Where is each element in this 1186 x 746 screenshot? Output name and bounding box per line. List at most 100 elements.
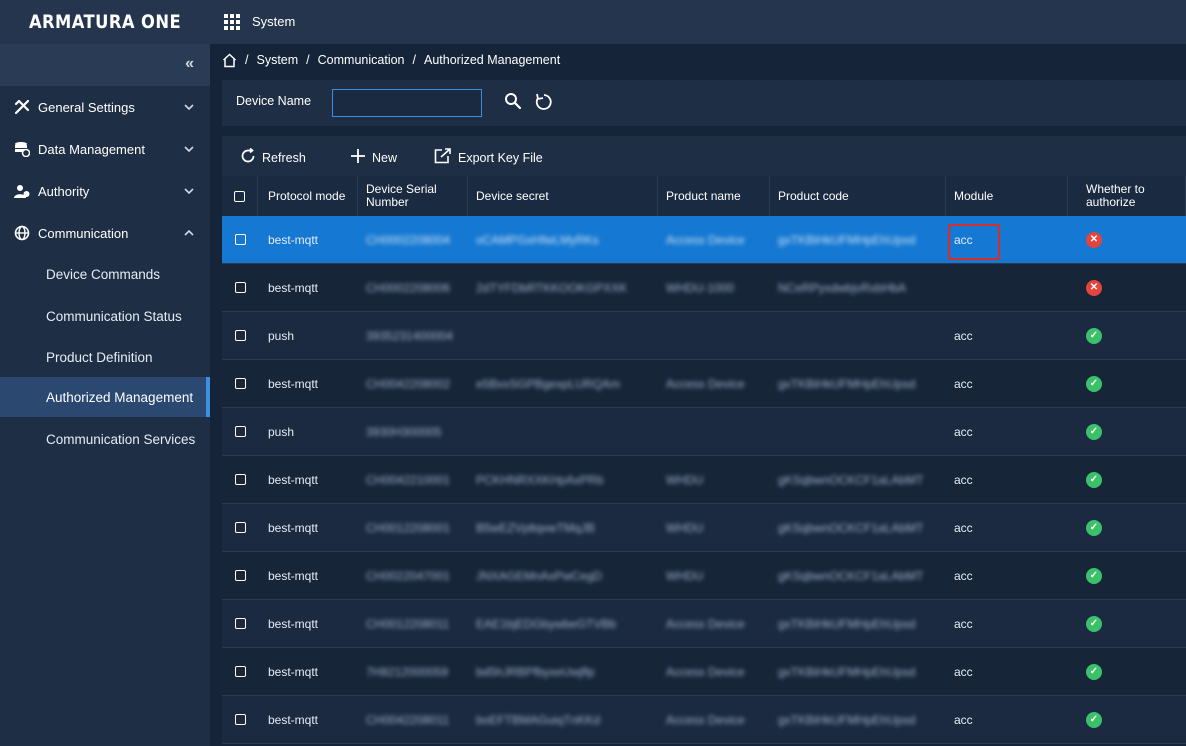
apps-grid-icon[interactable]: [224, 14, 240, 30]
table-row[interactable]: best-mqtt CH0012208001 B5wEZVpltqvwTMqJB WH…: [222, 504, 1186, 552]
refresh-button[interactable]: Refresh: [240, 147, 306, 167]
collapse-icon[interactable]: «: [185, 55, 194, 73]
search-icon[interactable]: [504, 92, 524, 112]
table-row[interactable]: best-mqtt CH0022047001 JNXAGEMnAxPwCegD WHD…: [222, 552, 1186, 600]
table-row[interactable]: push 3930H300005 acc ✓: [222, 408, 1186, 456]
app-logo[interactable]: ARMATURA ONE: [14, 0, 196, 44]
sidebar-item-label: Data Management: [38, 141, 145, 157]
checkbox-icon: [234, 666, 246, 677]
new-button[interactable]: New: [350, 148, 397, 167]
column-header[interactable]: Module: [946, 176, 1068, 216]
row-checkbox[interactable]: [222, 216, 258, 263]
row-checkbox[interactable]: [222, 504, 258, 551]
row-checkbox[interactable]: [222, 600, 258, 647]
product-name-cell: WHDU: [666, 568, 704, 583]
sidebar: « General Settings Data Management Autho…: [0, 44, 210, 746]
checkbox-icon: [234, 522, 246, 533]
check-circle-icon: ✓: [1086, 615, 1102, 632]
sidebar-item-authority[interactable]: Authority: [0, 170, 210, 212]
device-secret-cell: 2dTYFDbRTKKOOKGPXXK: [476, 280, 628, 295]
table-row[interactable]: best-mqtt CH0042208002 e5BxxSGPBgexpLURQAm…: [222, 360, 1186, 408]
device-name-input[interactable]: [332, 89, 482, 117]
chevron-down-icon: [184, 186, 194, 197]
table-row[interactable]: best-mqtt CH0002208004 oCAMPGxHfwLMyRKs Acc…: [222, 216, 1186, 264]
column-header[interactable]: Protocol mode: [258, 176, 358, 216]
toolbar: Refresh New Export Key File: [222, 136, 1186, 176]
breadcrumb-separator: /: [412, 53, 416, 67]
select-all-checkbox[interactable]: [222, 176, 258, 216]
row-checkbox[interactable]: [222, 264, 258, 311]
column-header[interactable]: Product code: [770, 176, 946, 216]
row-checkbox[interactable]: [222, 360, 258, 407]
sidebar-item-label: General Settings: [38, 99, 135, 115]
row-checkbox[interactable]: [222, 456, 258, 503]
column-header[interactable]: Whether to authorize: [1068, 176, 1186, 216]
new-label: New: [372, 150, 398, 165]
module-cell: acc: [946, 648, 1068, 695]
product-name-cell: [658, 408, 770, 455]
module-cell: acc: [946, 600, 1068, 647]
protocol-mode-cell: push: [268, 328, 295, 343]
module-cell: acc: [946, 312, 1068, 359]
table-row[interactable]: best-mqtt CH0002208006 2dTYFDbRTKKOOKGPXXK…: [222, 264, 1186, 312]
row-checkbox[interactable]: [222, 648, 258, 695]
protocol-mode-cell: best-mqtt: [268, 472, 319, 487]
table-row[interactable]: best-mqtt 7H8212000059 bd5hJRBPfbyxeUwjflp…: [222, 648, 1186, 696]
serial-number-cell: CH0022047001: [366, 568, 451, 583]
checkbox-icon: [234, 426, 246, 437]
column-header[interactable]: Device Serial Number: [358, 176, 468, 216]
module-value: acc: [954, 376, 973, 391]
table-row[interactable]: best-mqtt CH0042208011 boEFTBMAGuiqTnKKd Ac…: [222, 696, 1186, 744]
app-name[interactable]: System: [252, 14, 295, 29]
module-value: acc: [954, 712, 973, 727]
device-name-label: Device Name: [236, 94, 312, 108]
sidebar-item-general-settings[interactable]: General Settings: [0, 86, 210, 128]
users-icon: [14, 183, 30, 199]
sidebar-item-device-commands[interactable]: Device Commands: [0, 254, 210, 294]
row-checkbox[interactable]: [222, 408, 258, 455]
table-row[interactable]: best-mqtt CH0012208011 EAE1bjEDGbywbeGTVBb…: [222, 600, 1186, 648]
export-label: Export Key File: [458, 150, 543, 165]
check-circle-icon: ✓: [1086, 423, 1102, 440]
sidebar-item-communication-services[interactable]: Communication Services: [0, 419, 210, 459]
plus-icon: [350, 148, 366, 167]
checkbox-icon: [234, 474, 246, 485]
module-cell: acc: [946, 408, 1068, 455]
breadcrumb-communication[interactable]: Communication: [318, 53, 405, 67]
sidebar-item-communication-status[interactable]: Communication Status: [0, 296, 210, 336]
reset-icon[interactable]: [534, 92, 554, 112]
table-row[interactable]: push 3935231400004 acc ✓: [222, 312, 1186, 360]
table-header: Protocol mode Device Serial Number Devic…: [222, 176, 1186, 216]
chevron-up-icon: [184, 228, 194, 239]
sidebar-collapse-bar[interactable]: «: [0, 44, 210, 86]
sidebar-item-product-definition[interactable]: Product Definition: [0, 337, 210, 377]
row-checkbox[interactable]: [222, 552, 258, 599]
column-header[interactable]: Device secret: [468, 176, 658, 216]
protocol-mode-cell: push: [268, 424, 295, 439]
module-value: acc: [954, 520, 973, 535]
authorize-status-cell: ✓: [1068, 504, 1186, 551]
sidebar-item-communication[interactable]: Communication: [0, 212, 210, 254]
device-secret-cell: e5BxxSGPBgexpLURQAm: [476, 376, 621, 391]
export-key-file-button[interactable]: Export Key File: [434, 148, 543, 167]
authorize-status-cell: ✓: [1068, 600, 1186, 647]
check-circle-icon: ✓: [1086, 471, 1102, 488]
main-content: / System / Communication / Authorized Ma…: [210, 44, 1186, 746]
top-bar: ARMATURA ONE System: [0, 0, 1186, 44]
device-secret-cell: oCAMPGxHfwLMyRKs: [476, 232, 599, 247]
home-icon[interactable]: [222, 52, 237, 68]
device-secret-cell: JNXAGEMnAxPwCegD: [476, 568, 603, 583]
module-value: acc: [954, 328, 973, 343]
check-circle-icon: ✓: [1086, 567, 1102, 584]
row-checkbox[interactable]: [222, 696, 258, 743]
table-row[interactable]: best-mqtt CH0042210001 PCKHNRXXKHpAxPRb WHD…: [222, 456, 1186, 504]
serial-number-cell: CH0002208006: [366, 280, 451, 295]
sidebar-item-data-management[interactable]: Data Management: [0, 128, 210, 170]
protocol-mode-cell: best-mqtt: [268, 376, 319, 391]
row-checkbox[interactable]: [222, 312, 258, 359]
chevron-down-icon: [184, 144, 194, 155]
protocol-mode-cell: best-mqtt: [268, 280, 319, 295]
breadcrumb-system[interactable]: System: [256, 53, 298, 67]
sidebar-item-authorized-management[interactable]: Authorized Management: [0, 377, 210, 417]
column-header[interactable]: Product name: [658, 176, 770, 216]
